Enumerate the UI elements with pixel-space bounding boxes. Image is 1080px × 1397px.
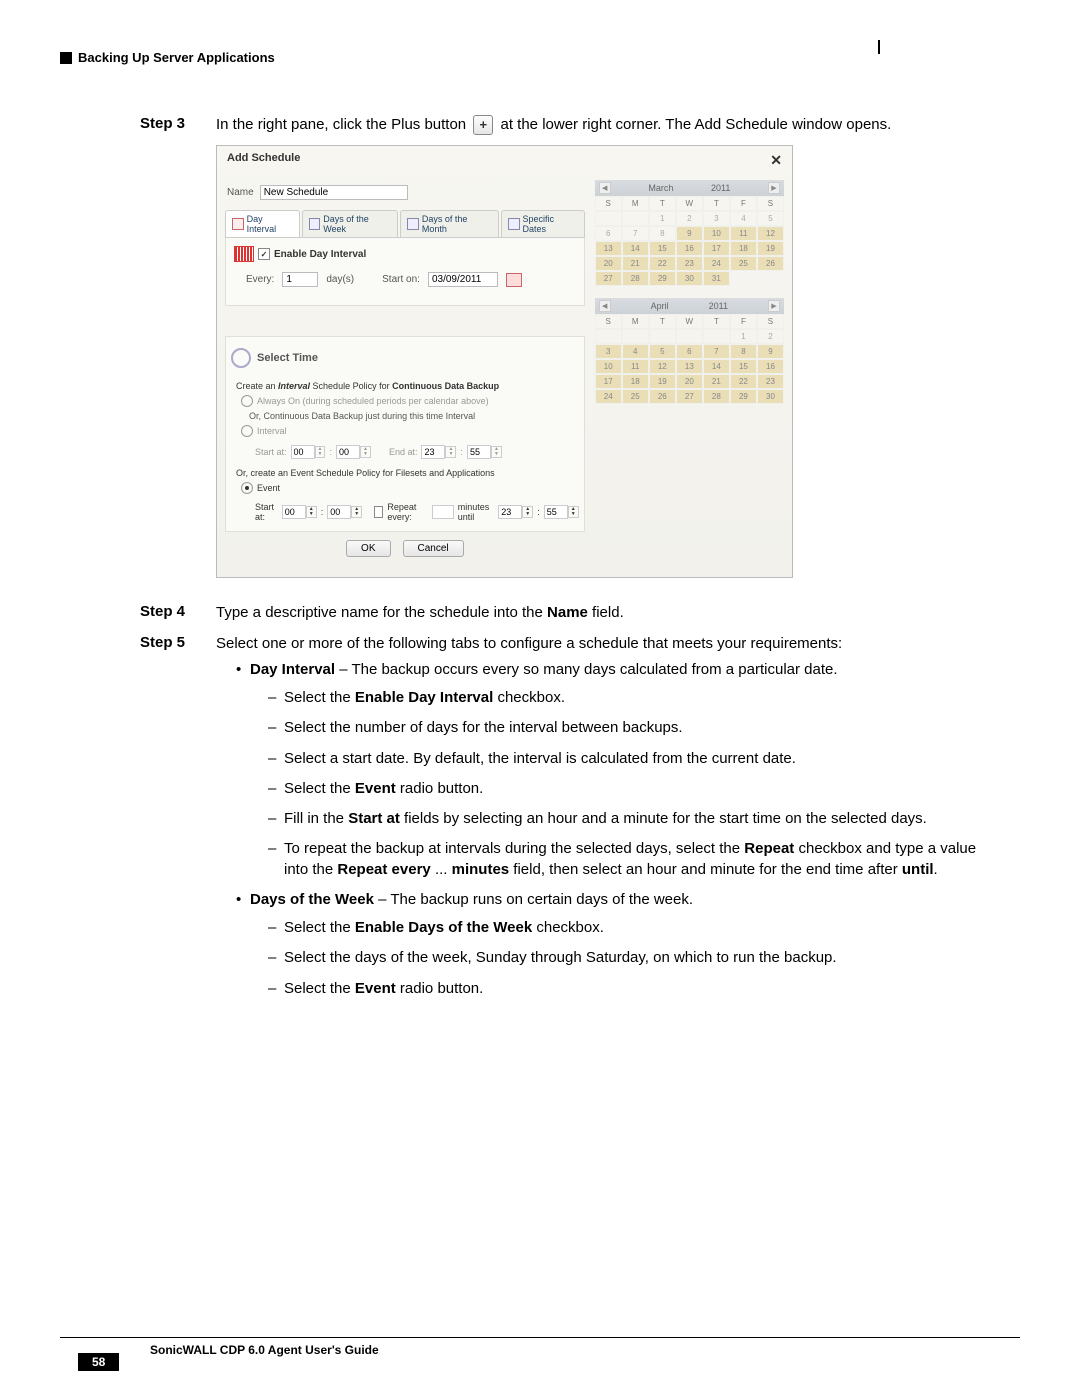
header-bullet-icon <box>60 52 72 64</box>
until-min[interactable] <box>544 505 568 519</box>
tab-specific-dates[interactable]: Specific Dates <box>501 210 585 237</box>
tab-days-week[interactable]: Days of the Week <box>302 210 399 237</box>
plus-icon: + <box>473 115 493 135</box>
event-start-at-label: Start at: <box>255 502 278 522</box>
dialog-title: Add Schedule <box>227 152 300 169</box>
or-continuous-label: Or, Continuous Data Backup just during t… <box>231 411 579 421</box>
dash-item: Select the Event radio button. <box>268 979 980 999</box>
end-min[interactable] <box>467 445 491 459</box>
event-radio-label: Event <box>257 483 280 493</box>
select-time-label: Select Time <box>257 352 318 364</box>
calendar-icon <box>232 218 244 230</box>
tab-days-month[interactable]: Days of the Month <box>400 210 499 237</box>
step5-label: Step 5 <box>140 634 198 1009</box>
dash-item: Select the number of days for the interv… <box>268 718 980 738</box>
always-on-label: Always On (during scheduled periods per … <box>257 396 489 406</box>
end-hour[interactable] <box>421 445 445 459</box>
step4-body: Type a descriptive name for the schedule… <box>216 603 980 623</box>
event-start-min[interactable] <box>327 505 351 519</box>
dash-item: Select the Enable Days of the Week check… <box>268 918 980 938</box>
event-start-hour[interactable] <box>282 505 306 519</box>
until-hour[interactable] <box>498 505 522 519</box>
repeat-label: Repeat every: <box>387 502 427 522</box>
cancel-button[interactable]: Cancel <box>403 540 464 557</box>
prev-month-icon[interactable]: ◀ <box>599 182 611 194</box>
dash-item: Select the days of the week, Sunday thro… <box>268 948 980 968</box>
clock-icon <box>231 348 251 368</box>
every-unit: day(s) <box>326 274 354 285</box>
bullet-day-interval: Day Interval – The backup occurs every s… <box>236 660 980 880</box>
ok-button[interactable]: OK <box>346 540 390 557</box>
close-icon[interactable]: ✕ <box>770 152 782 169</box>
interval-radio-label: Interval <box>257 426 287 436</box>
next-month-icon[interactable]: ▶ <box>768 300 780 312</box>
footer-guide: SonicWALL CDP 6.0 Agent User's Guide <box>150 1343 1020 1357</box>
dash-item: Fill in the Start at fields by selecting… <box>268 809 980 829</box>
tab-day-interval[interactable]: Day Interval <box>225 210 300 237</box>
name-label: Name <box>227 187 254 198</box>
dash-item: Select a start date. By default, the int… <box>268 749 980 769</box>
enable-day-interval-label: Enable Day Interval <box>274 249 366 260</box>
date-picker-icon[interactable] <box>506 273 522 287</box>
calendar-icon <box>508 218 520 230</box>
red-calendar-icon <box>234 246 254 262</box>
step3-label: Step 3 <box>140 115 198 135</box>
header-title: Backing Up Server Applications <box>78 50 275 65</box>
step3-text-after: at the lower right corner. The Add Sched… <box>501 116 892 133</box>
name-input[interactable] <box>260 185 408 200</box>
prev-month-icon[interactable]: ◀ <box>599 300 611 312</box>
next-month-icon[interactable]: ▶ <box>768 182 780 194</box>
start-min[interactable] <box>336 445 360 459</box>
every-input[interactable] <box>282 272 318 287</box>
bullet-days-week: Days of the Week – The backup runs on ce… <box>236 890 980 999</box>
header: Backing Up Server Applications <box>60 50 1020 65</box>
every-label: Every: <box>246 274 274 285</box>
page-number: 58 <box>78 1353 119 1371</box>
enable-day-interval-checkbox[interactable] <box>258 248 270 260</box>
calendar-icon <box>407 218 419 230</box>
or-event-label: Or, create an Event Schedule Policy for … <box>236 468 495 478</box>
calendar-march: ◀ March 2011 ▶ SMTWTFS123456789101112131… <box>595 180 784 286</box>
calendar-icon <box>309 218 321 230</box>
repeat-minutes[interactable] <box>432 505 454 519</box>
dash-item: Select the Event radio button. <box>268 779 980 799</box>
always-on-radio[interactable] <box>241 395 253 407</box>
end-at-label: End at: <box>389 447 418 457</box>
interval-radio[interactable] <box>241 425 253 437</box>
step3-body: In the right pane, click the Plus button… <box>216 115 980 135</box>
start-hour[interactable] <box>291 445 315 459</box>
add-schedule-dialog: Add Schedule ✕ Name Day Interval Days of… <box>216 145 793 578</box>
repeat-checkbox[interactable] <box>374 506 383 518</box>
event-radio[interactable] <box>241 482 253 494</box>
dash-item: To repeat the backup at intervals during… <box>268 839 980 880</box>
create-interval-line: Create an Interval Schedule Policy for C… <box>231 381 579 391</box>
start-at-label: Start at: <box>255 447 287 457</box>
footer: SonicWALL CDP 6.0 Agent User's Guide 58 <box>60 1337 1020 1357</box>
cursor-mark <box>878 40 880 54</box>
start-on-input[interactable] <box>428 272 498 287</box>
step3-text-before: In the right pane, click the Plus button <box>216 116 466 133</box>
step5-body: Select one or more of the following tabs… <box>216 634 980 1009</box>
dash-item: Select the Enable Day Interval checkbox. <box>268 688 980 708</box>
calendar-april: ◀ April 2011 ▶ SMTWTFS123456789101112131… <box>595 298 784 404</box>
minutes-until-label: minutes until <box>458 502 494 522</box>
start-on-label: Start on: <box>382 274 420 285</box>
step4-label: Step 4 <box>140 603 198 623</box>
